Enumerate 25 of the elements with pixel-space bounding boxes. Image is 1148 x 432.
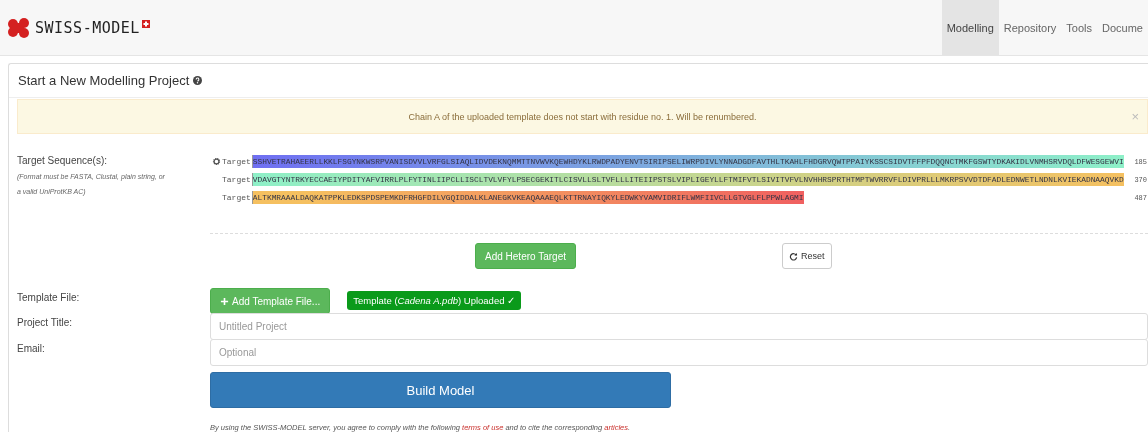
field-label: Target Sequence(s): <box>17 155 109 166</box>
sequence-label: Target <box>222 157 251 166</box>
upload-status-badge: Template (Cadena A.pdb) Uploaded ✓ <box>347 291 522 310</box>
alert-message: Chain A of the uploaded template does not start with residue no. 1. Will be renumbered. <box>408 111 757 122</box>
build-model-button[interactable]: Build Model <box>210 372 671 408</box>
settings-icon[interactable] <box>212 157 221 166</box>
nav-tab[interactable]: Tools <box>1061 0 1098 55</box>
logo-icon <box>7 17 31 38</box>
plus-icon <box>220 296 229 306</box>
site-logo-text: SWISS-MODEL <box>35 18 140 37</box>
nav-tab[interactable]: Docume <box>1097 0 1148 55</box>
field-label: Project Title: <box>17 317 74 328</box>
refresh-icon <box>789 251 798 261</box>
panel-title: Start a New Modelling Project <box>18 73 190 88</box>
sequence-label: Target <box>222 193 251 202</box>
field-label: Template File: <box>17 292 81 303</box>
field-label: Email: <box>17 343 46 354</box>
help-icon[interactable] <box>193 76 203 85</box>
email-field[interactable]: Optional <box>210 339 1148 366</box>
reset-button[interactable]: Reset <box>782 243 832 269</box>
nav-tab[interactable]: Modelling <box>941 0 999 55</box>
project-title-field[interactable]: Untitled Project <box>210 313 1148 340</box>
nav-tab[interactable]: Repository <box>998 0 1062 55</box>
sequence-label: Target <box>222 175 251 184</box>
flag-icon <box>141 19 150 28</box>
